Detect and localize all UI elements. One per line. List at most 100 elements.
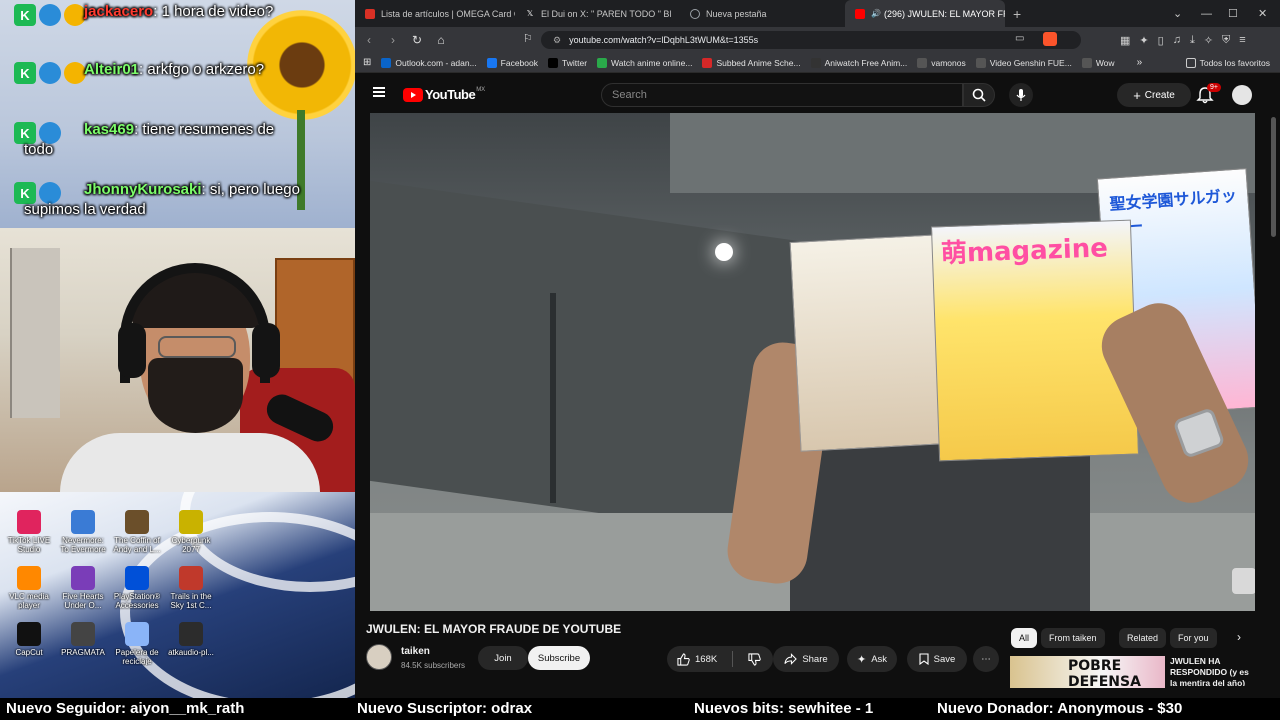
bookmark-page-icon[interactable]: ⚐ [523,32,533,45]
search-button[interactable] [963,83,995,107]
address-bar[interactable]: ⚙ youtube.com/watch?v=lDqbhL3tWUM&t=1355… [541,31,1081,49]
bookmark-favicon-icon [1081,57,1092,68]
desktop-shortcut[interactable]: Five Hearts Under O... [58,566,108,610]
bookmarks-bar: ⊞ Outlook.com - adan... Facebook Twitter Wa… [355,53,1280,73]
desktop-shortcut[interactable]: Trails in the Sky 1st C... [166,566,216,610]
minimize-icon[interactable]: — [1201,0,1212,27]
chat-message: K kas469: tiene resumenes de todo [4,118,304,170]
bookmark-item[interactable]: Subbed Anime Sche... [702,57,801,68]
account-avatar[interactable] [1232,85,1252,105]
plus-icon: + [1133,87,1141,103]
leo-ai-icon[interactable]: ✧ [1204,34,1213,47]
desktop-shortcut-label: VLC media player [9,592,49,610]
desktop-shortcut[interactable]: TikTok LIVE Studio [4,510,54,554]
youtube-logo[interactable]: YouTube MX [403,87,485,102]
subscribe-button[interactable]: Subscribe [528,646,590,670]
bookmark-item[interactable]: Aniwatch Free Anim... [810,57,907,68]
capcut-icon [17,622,41,646]
more-bookmarks-icon[interactable]: » [1137,57,1143,68]
extensions-puzzle-icon[interactable]: ✦ [1139,34,1148,47]
youtube-header: YouTube MX Search + Create 9+ [355,73,1280,117]
hamburger-menu-icon[interactable] [373,87,385,97]
tab-search-icon[interactable]: ⌄ [1173,0,1182,27]
channel-watermark[interactable] [1232,568,1255,594]
reload-icon[interactable]: ↻ [407,33,427,47]
like-button[interactable]: 168K [677,652,717,666]
voice-search-button[interactable] [1009,83,1033,107]
tab-active[interactable]: 🔊 (296) JWULEN: EL MAYOR FR/ ✕ [845,0,1005,27]
page-scrollbar[interactable] [1271,117,1276,237]
chip-all[interactable]: All [1011,628,1038,648]
desktop-shortcut[interactable]: The Coffin of Andy and L... [112,510,162,554]
all-bookmarks-folder[interactable]: Todos los favoritos [1185,57,1270,68]
bookmark-item[interactable]: Video Genshin FUE... [975,57,1072,68]
new-tab-button[interactable]: + [1013,0,1021,27]
game-icon [71,566,95,590]
recommended-video-thumbnail[interactable]: POBRE DEFENSA [1010,656,1165,688]
desktop-shortcut[interactable]: Cyberpunk 2077 [166,510,216,554]
site-info-icon[interactable]: ⚙ [553,35,561,46]
more-actions-button[interactable]: ⋯ [973,646,999,672]
desktop-shortcut[interactable]: atkaudio-pl... [166,622,216,666]
desktop-shortcut-label: PRAGMATA [61,648,105,657]
vlc-icon [17,566,41,590]
share-button[interactable]: Share [773,646,839,672]
more-icon: ⋯ [981,653,991,665]
webcam-feed [0,228,355,492]
chip-from-channel[interactable]: From taiken [1041,628,1105,648]
forward-icon[interactable]: › [383,33,403,47]
channel-avatar[interactable] [366,644,392,670]
bookmark-item[interactable]: Facebook [486,57,538,68]
video-player[interactable]: 聖女学園サルガッソー 萌magazine [370,113,1255,611]
tab[interactable]: Nueva pestaña [680,0,845,27]
bookmark-item[interactable]: Twitter [548,57,587,68]
chip-related[interactable]: Related [1119,628,1167,648]
stream-alert-ticker: Nuevo Seguidor: aiyon__mk_rath Nuevo Sus… [0,698,1280,720]
apps-grid-icon[interactable]: ⊞ [363,57,371,68]
microphone-icon [1016,89,1026,101]
downloads-icon[interactable]: ⤓ [1190,34,1195,47]
new-bits-alert: Nuevos bits: sewhitee - 1 [694,700,874,717]
chevron-right-icon[interactable]: › [1237,630,1241,644]
brave-favicon-icon [690,8,700,19]
desktop-shortcut-label: Cyberpunk 2077 [171,536,211,554]
desktop-shortcut[interactable]: CapCut [4,622,54,666]
speaker-icon: 🔊 [871,9,881,18]
extension-icon[interactable]: ▦ [1120,34,1130,47]
join-button[interactable]: Join [478,646,528,670]
bookmark-item[interactable]: Wow [1081,57,1115,68]
headset-earcup [252,323,280,378]
desktop-shortcut[interactable]: Papelera de reciclaje [112,622,162,666]
media-icon[interactable]: ♫ [1173,34,1181,46]
channel-name[interactable]: taiken [401,646,430,657]
close-window-icon[interactable]: ✕ [1258,0,1267,27]
save-button[interactable]: Save [907,646,967,672]
install-app-icon[interactable]: ▭ [1015,33,1024,44]
search-input[interactable]: Search [601,83,963,107]
chip-for-you[interactable]: For you [1170,628,1217,648]
desktop-shortcut[interactable]: PRAGMATA [58,622,108,666]
back-icon[interactable]: ‹ [359,33,379,47]
bookmark-item[interactable]: vamonos [917,57,966,68]
brave-shields-icon[interactable] [1043,32,1057,46]
maximize-icon[interactable]: ☐ [1228,0,1238,27]
desktop-shortcut[interactable]: PlayStation® Accessories [112,566,162,610]
desktop-wallpaper: TikTok LIVE Studio Nevermore: To Evermore… [0,492,355,698]
create-button[interactable]: + Create [1117,83,1191,107]
menu-icon[interactable]: ≡ [1239,34,1245,46]
url-text: youtube.com/watch?v=lDqbhL3tWUM&t=1355s [569,35,759,45]
tab[interactable]: Lista de artículos | OMEGA Card Gam [355,0,515,27]
dislike-button[interactable] [748,652,761,666]
home-icon[interactable]: ⌂ [431,33,451,47]
bookmark-item[interactable]: Outlook.com - adan... [381,57,477,68]
desktop-shortcut[interactable]: VLC media player [4,566,54,610]
new-follower-alert: Nuevo Seguidor: aiyon__mk_rath [6,700,245,717]
sidebar-icon[interactable]: ▯ [1158,34,1164,47]
ask-button[interactable]: ✦ Ask [847,646,897,672]
recommended-video-title[interactable]: JWULEN HA RESPONDIDO (y es la mentira de… [1170,656,1250,686]
vpn-icon[interactable]: ⛨ [1222,34,1230,47]
desktop-shortcut[interactable]: Nevermore: To Evermore [58,510,108,554]
tab[interactable]: 𝕏 El Dui on X: " PAREN TODO " Bl [515,0,680,27]
bookmark-favicon-icon [975,57,986,68]
bookmark-item[interactable]: Watch anime online... [597,57,692,68]
